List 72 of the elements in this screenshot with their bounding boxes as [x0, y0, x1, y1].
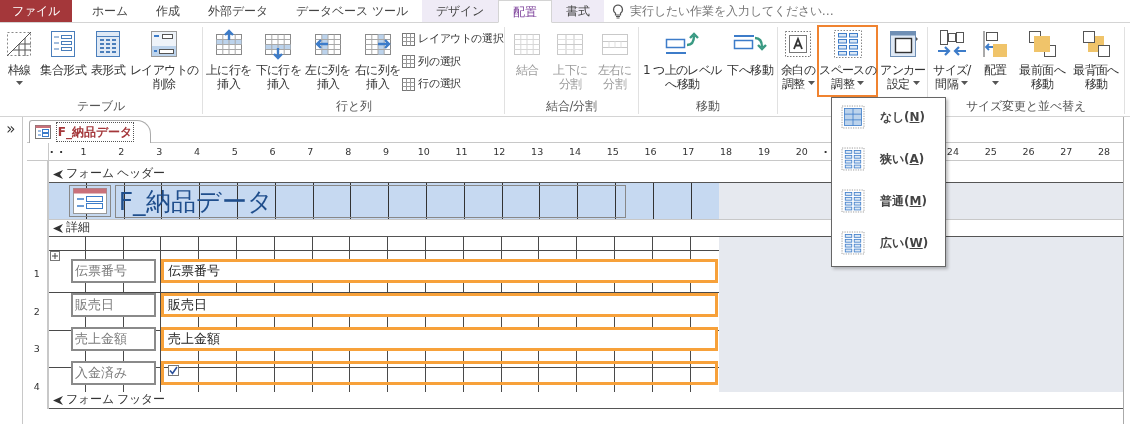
- spacing-icon: [840, 188, 866, 214]
- ribbon-button[interactable]: 枠線: [1, 25, 38, 97]
- field-label[interactable]: 売上金額: [70, 327, 156, 351]
- text-box[interactable]: 伝票番号: [160, 259, 718, 283]
- window-icon: [887, 28, 919, 60]
- section-header: 詳細: [65, 219, 90, 237]
- ribbon-tab[interactable]: ファイル: [0, 0, 72, 22]
- ribbon-button[interactable]: 下へ移動: [725, 25, 776, 97]
- ribbon-tab[interactable]: 書式: [551, 0, 604, 22]
- search-field[interactable]: 実行したい作業を入力してください…: [627, 1, 928, 21]
- table-icon: [840, 104, 866, 130]
- ribbon-button[interactable]: 最前面へ 移動: [1017, 25, 1067, 97]
- ruler-number: 4: [31, 354, 42, 392]
- ribbon-button[interactable]: 1 つ上のレベル へ移動: [640, 25, 724, 97]
- ribbon-tab[interactable]: 外部データ: [194, 0, 282, 22]
- layers-icon: [1080, 28, 1113, 60]
- ribbon-button[interactable]: アンカー 設定: [878, 25, 928, 97]
- ribbon-button[interactable]: 列の選択: [402, 53, 504, 70]
- ribbon-button[interactable]: レイアウトの選択: [402, 31, 504, 48]
- check-icon: [168, 366, 178, 375]
- form-icon: [34, 125, 51, 139]
- field-label[interactable]: 販売日: [70, 293, 156, 317]
- ribbon-tab[interactable]: 作成: [142, 0, 194, 22]
- checkbox-control[interactable]: [160, 361, 718, 385]
- ribbon-button[interactable]: 余白の 調整: [779, 25, 818, 97]
- group-label: サイズ変更と並べ替え: [966, 99, 1086, 113]
- document-tab[interactable]: F_納品データ: [28, 120, 151, 143]
- ribbon-button[interactable]: レイアウトの 削除: [128, 25, 201, 97]
- ribbon-tab[interactable]: デザイン: [421, 0, 498, 22]
- ribbon-tab[interactable]: データベース ツール: [282, 0, 422, 22]
- field-label[interactable]: 伝票番号: [70, 259, 156, 283]
- group-label: 結合/分割: [545, 99, 598, 113]
- ribbon-button[interactable]: 上に行を 挿入: [204, 25, 254, 97]
- section-marker-icon: [52, 169, 63, 179]
- menu-item[interactable]: 広い(W): [840, 228, 945, 258]
- form-logo[interactable]: [68, 185, 111, 217]
- section-header: フォーム フッター: [65, 391, 166, 409]
- expand-button[interactable]: »: [0, 119, 22, 139]
- section-marker-icon: [52, 223, 63, 233]
- ribbon-button[interactable]: 右に列を 挿入: [352, 25, 403, 97]
- ribbon-button[interactable]: サイズ/ 間隔: [931, 25, 973, 97]
- text-box[interactable]: 販売日: [160, 293, 718, 317]
- ribbon-button[interactable]: 集合形式: [38, 25, 88, 97]
- spacing-icon: [831, 28, 864, 60]
- ribbon-button[interactable]: 行の選択: [402, 76, 504, 93]
- ribbon-tab[interactable]: 配置: [497, 0, 552, 23]
- group-label: 行と列: [335, 99, 372, 113]
- lightbulb-icon: [611, 3, 624, 19]
- ribbon-button[interactable]: 左に列を 挿入: [303, 25, 353, 97]
- text-box[interactable]: 売上金額: [160, 327, 718, 351]
- section-header: フォーム ヘッダー: [65, 165, 166, 183]
- spacing-icon: [840, 230, 866, 256]
- checkbox[interactable]: [167, 365, 179, 376]
- spacing-icon: [840, 146, 866, 172]
- ribbon-button[interactable]: 下に行を 挿入: [253, 25, 304, 97]
- group-label: テーブル: [77, 99, 125, 113]
- group-label: 移動: [696, 99, 720, 113]
- ruler-number: 3: [31, 316, 42, 355]
- menu-item[interactable]: なし(N): [840, 102, 945, 132]
- ribbon-tab[interactable]: ホーム: [78, 0, 142, 22]
- ribbon-button[interactable]: 表形式: [88, 25, 128, 97]
- ruler-number: 2: [31, 278, 42, 317]
- layers-icon: [1026, 28, 1059, 60]
- ribbon-button[interactable]: 最背面へ 移動: [1071, 25, 1121, 97]
- field-label[interactable]: 入金済み: [70, 361, 156, 385]
- form-icon: [71, 187, 108, 215]
- grid-icon: [402, 32, 416, 46]
- grid-icon: [402, 77, 416, 91]
- ruler-number: 1: [31, 241, 42, 279]
- ribbon-button[interactable]: 配置: [977, 25, 1014, 97]
- grid-icon: [402, 55, 416, 69]
- section-marker-icon: [52, 395, 63, 405]
